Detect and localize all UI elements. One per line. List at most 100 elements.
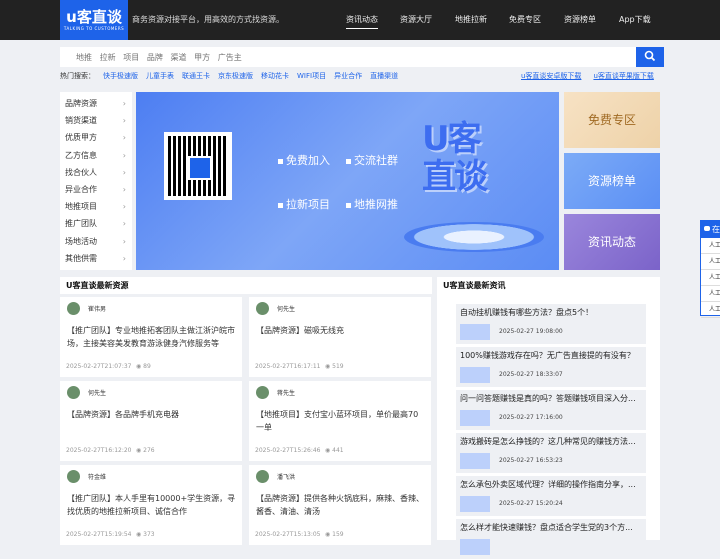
news-item[interactable]: 怎么承包外卖区域代理？详细的操作指南分享，... 2025-02-27 15:20… (456, 476, 646, 516)
news-date: 2025-02-27 15:20:24 (499, 500, 563, 507)
news-thumbnail (460, 410, 490, 426)
author-name: 崔伟男 (88, 306, 107, 313)
chat-agent[interactable]: 人工客服5 (701, 302, 720, 318)
hot-keyword[interactable]: 联通王卡 (182, 72, 210, 80)
category-item[interactable]: 找合伙人 › (60, 164, 132, 181)
banner-item: 地推网推 (346, 196, 398, 212)
avatar (67, 386, 80, 399)
hot-keyword[interactable]: 儿童手表 (146, 72, 174, 80)
banner-title: U客 直谈 (422, 119, 488, 197)
category-item[interactable]: 优质甲方 › (60, 129, 132, 146)
eye-icon: ◉ (325, 531, 331, 538)
category-item[interactable]: 销货渠道 › (60, 112, 132, 129)
search-bar (60, 47, 664, 67)
resource-card[interactable]: 潘飞洪 【品牌资源】提供各种火锅底料，麻辣、香辣、酱香、清油、清汤 2025-02-… (249, 465, 431, 545)
nav-free-zone[interactable]: 免费专区 (509, 14, 541, 25)
logo-subtext: TALKING TO CUSTOMERS (63, 26, 125, 31)
news-item[interactable]: 问一问答题赚钱是真的吗？答题赚钱项目深入分... 2025-02-27 17:16… (456, 390, 646, 430)
news-title: 问一问答题赚钱是真的吗？答题赚钱项目深入分... (460, 394, 636, 403)
chat-agent[interactable]: 人工客服3 (701, 270, 720, 286)
banner-graphic (404, 222, 544, 252)
nav-ground-promo[interactable]: 地推拉新 (455, 14, 487, 25)
view-count: ◉ 373 (136, 531, 155, 538)
hot-keyword[interactable]: 移动花卡 (261, 72, 289, 80)
news-thumbnail (460, 324, 490, 340)
section-title: U客直谈最新资源 (60, 277, 432, 294)
nav-resource-hall[interactable]: 资源大厅 (400, 14, 432, 25)
news-title: 怎么承包外卖区域代理？详细的操作指南分享，... (460, 480, 636, 489)
news-thumbnail (460, 453, 490, 469)
hot-keyword[interactable]: 快手极速版 (103, 72, 138, 80)
category-item[interactable]: 品牌资源 › (60, 95, 132, 112)
timestamp: 2025-02-27T15:19:54 (66, 531, 132, 538)
chat-title[interactable]: 在线咨询 (701, 221, 720, 238)
news-item[interactable]: 自动挂机赚钱有哪些方法？盘点5个！ 2025-02-27 19:08:00 (456, 304, 646, 344)
chevron-right-icon: › (122, 219, 126, 229)
news-item[interactable]: 游戏搬砖是怎么挣钱的？这几种常见的赚钱方法... 2025-02-27 16:53… (456, 433, 646, 473)
category-item[interactable]: 异业合作 › (60, 181, 132, 198)
free-zone-card[interactable]: 免费专区 (564, 92, 660, 148)
news-item[interactable]: 怎么样才能快速赚钱？盘点适合学生党的3个方... (456, 519, 646, 559)
resource-card[interactable]: 蒋先生 【地推项目】支付宝小蓝环项目，单价最高70一单 2025-02-27T15:… (249, 381, 431, 461)
chevron-right-icon: › (122, 184, 126, 194)
resource-text: 【推广团队】专业地推拓客团队主做江浙沪皖市场，主接美容美发教育游泳健身汽修服务等 (67, 326, 235, 348)
qr-code (164, 132, 232, 200)
resource-text: 【品牌资源】各品牌手机充电器 (67, 410, 179, 419)
author-name: 潘飞洪 (277, 474, 296, 481)
avatar (256, 386, 269, 399)
resource-text: 【地推项目】支付宝小蓝环项目，单价最高70一单 (256, 410, 419, 432)
category-item[interactable]: 其他供需 › (60, 250, 132, 267)
ranking-card[interactable]: 资源榜单 (564, 153, 660, 209)
resource-card[interactable]: 何先生 【品牌资源】各品牌手机充电器 2025-02-27T16:12:20 ◉ 27… (60, 381, 242, 461)
hot-keyword[interactable]: WIFI项目 (297, 72, 326, 80)
latest-news: U客直谈最新资讯 自动挂机赚钱有哪些方法？盘点5个！ 2025-02-27 19:… (437, 277, 660, 559)
search-input[interactable] (60, 47, 636, 67)
timestamp: 2025-02-27T16:12:20 (66, 447, 132, 454)
slogan: 商务资源对接平台，用高效的方式找资源。 (132, 15, 284, 24)
logo[interactable]: u客直谈 TALKING TO CUSTOMERS (60, 0, 128, 40)
search-button[interactable] (636, 47, 664, 67)
category-menu: 品牌资源 › 销货渠道 › 优质甲方 › 乙方信息 › 找合伙人 › 异业合作 › 地推项目… (60, 92, 132, 270)
category-item[interactable]: 地推项目 › (60, 198, 132, 215)
nav-ranking[interactable]: 资源榜单 (564, 14, 596, 25)
avatar (67, 470, 80, 483)
news-card[interactable]: 资讯动态 (564, 214, 660, 270)
resource-text: 【品牌资源】磁吸无线充 (256, 326, 344, 335)
nav-app-download[interactable]: App下载 (619, 14, 651, 25)
chevron-right-icon: › (122, 167, 126, 177)
hot-keyword[interactable]: 异业合作 (334, 72, 362, 80)
news-thumbnail (460, 496, 490, 512)
category-item[interactable]: 推广团队 › (60, 215, 132, 232)
hot-label: 热门搜索： (60, 72, 95, 80)
news-item[interactable]: 100%赚钱游戏存在吗？无广告直接提的有没有？ 2025-02-27 18:33:… (456, 347, 646, 387)
chat-agent[interactable]: 人工客服2 (701, 254, 720, 270)
banner-item: 拉新项目 (278, 196, 330, 212)
eye-icon: ◉ (325, 447, 331, 454)
app-download-links: u客直谈安卓版下载 u客直谈苹果版下载 (521, 71, 666, 81)
nav-news[interactable]: 资讯动态 (346, 14, 378, 29)
author-name: 蒋先生 (277, 390, 296, 397)
banner-item: 免费加入 (278, 152, 330, 168)
resource-card[interactable]: 符金维 【推广团队】本人手里有10000+学生资源，寻找优质的地推拉新项目、诚信合… (60, 465, 242, 545)
category-item[interactable]: 场地活动 › (60, 233, 132, 250)
android-download-link[interactable]: u客直谈安卓版下载 (521, 72, 581, 80)
news-thumbnail (460, 367, 490, 383)
hot-keyword[interactable]: 京东极速版 (218, 72, 253, 80)
banner[interactable]: 免费加入 交流社群 拉新项目 地推网推 U客 直谈 (136, 92, 559, 270)
author-name: 符金维 (88, 474, 107, 481)
resource-card[interactable]: 崔伟男【推广团队】专业地推拓客团队主做江浙沪皖市场，主接美容美发教育游泳健身汽修… (60, 297, 242, 377)
resource-card[interactable]: 何先生 【品牌资源】磁吸无线充 2025-02-27T16:17:11 ◉ 519 (249, 297, 431, 377)
category-item[interactable]: 乙方信息 › (60, 147, 132, 164)
news-thumbnail (460, 539, 490, 555)
avatar (67, 302, 80, 315)
hot-keyword[interactable]: 直播渠道 (370, 72, 398, 80)
chat-agent[interactable]: 人工客服4 (701, 286, 720, 302)
latest-resources: U客直谈最新资源 崔伟男【推广团队】专业地推拓客团队主做江浙沪皖市场，主接美容美… (60, 277, 432, 545)
view-count: ◉ 441 (325, 447, 344, 454)
ios-download-link[interactable]: u客直谈苹果版下载 (593, 72, 653, 80)
eye-icon: ◉ (325, 363, 331, 370)
view-count: ◉ 159 (325, 531, 344, 538)
eye-icon: ◉ (136, 447, 142, 454)
chat-agent[interactable]: 人工客服1 (701, 238, 720, 254)
hot-searches: 热门搜索： 快手极速版 儿童手表 联通王卡 京东极速版 移动花卡 WIFI项目 异业合作 直播渠… (60, 71, 398, 81)
